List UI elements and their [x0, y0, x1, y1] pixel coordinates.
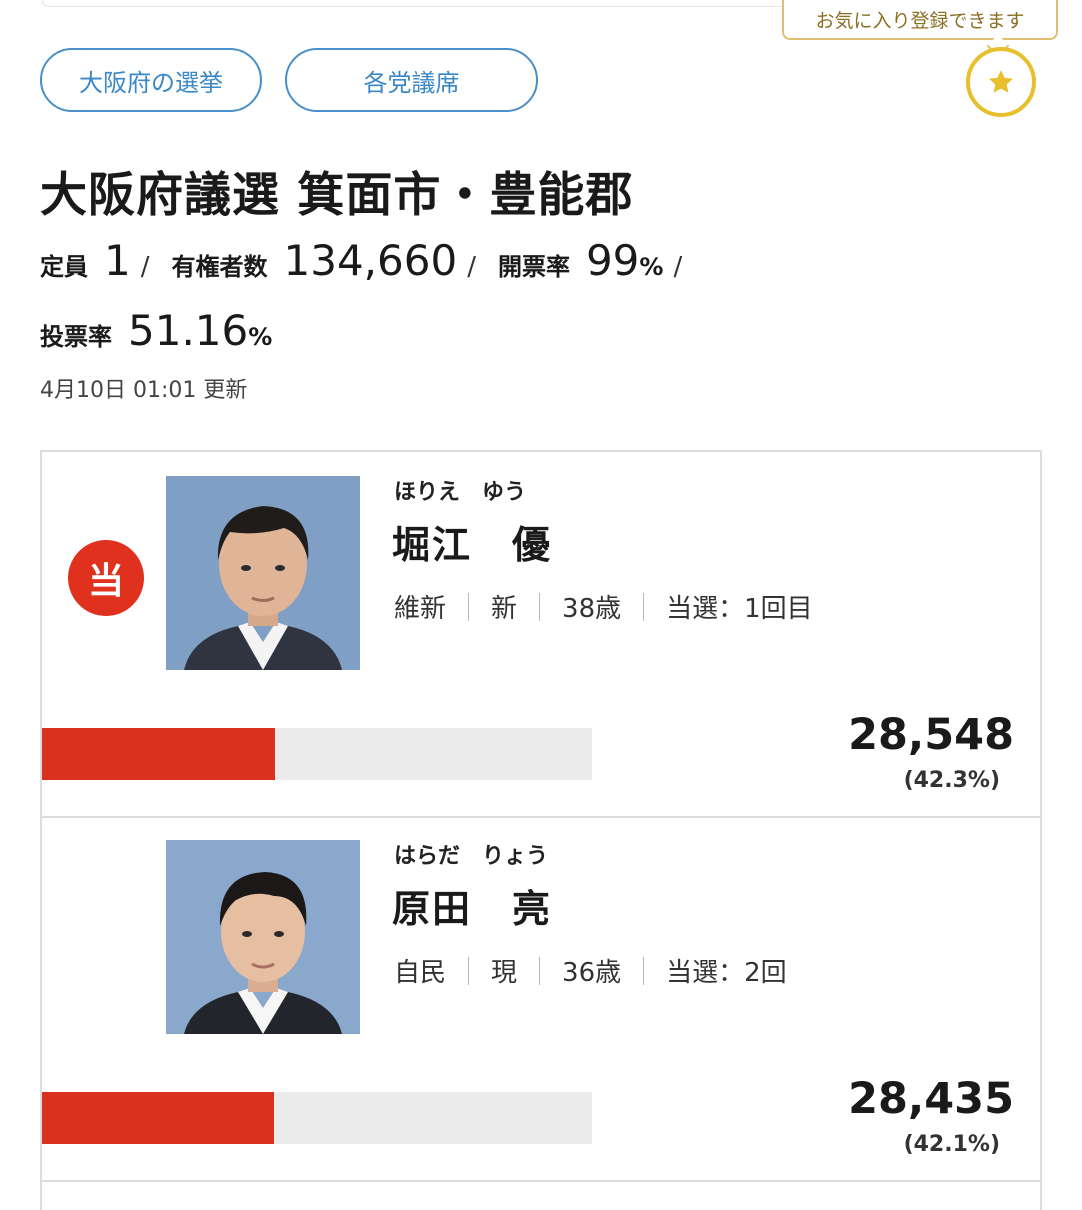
turnout-unit: %	[248, 323, 273, 351]
favorite-tooltip: お気に入り登録できます	[782, 0, 1058, 40]
candidate-party: 自民	[394, 958, 447, 988]
vote-share-bar-fill	[42, 1092, 274, 1144]
vote-count: 28,435	[848, 1074, 1014, 1124]
candidate-status: 現	[491, 958, 518, 988]
seats-label: 定員	[40, 253, 88, 281]
page-title: 大阪府議選 箕面市・豊能郡	[40, 168, 634, 223]
vote-share: (42.3%)	[903, 768, 1000, 793]
osaka-elections-link[interactable]: 大阪府の選挙	[40, 48, 262, 112]
candidate-kana: はらだ りょう	[394, 844, 549, 869]
vote-share-bar	[42, 1092, 592, 1144]
meta-divider	[539, 956, 541, 985]
candidate-card[interactable]: はらだ りょう 原田 亮 自民 現 36歳 当選：2回 28,435 (42.1…	[42, 816, 1040, 1182]
seats-value: 1	[104, 236, 131, 285]
candidate-age: 38歳	[562, 594, 622, 624]
star-icon	[989, 70, 1013, 93]
electorate-label: 有権者数	[171, 253, 268, 281]
meta-divider	[468, 592, 470, 621]
stat-separator: /	[673, 252, 683, 282]
candidate-kana: ほりえ ゆう	[394, 480, 527, 505]
stat-separator: /	[140, 252, 150, 282]
vote-share: (42.1%)	[903, 1132, 1000, 1157]
candidate-name: 堀江 優	[392, 523, 553, 567]
results-list: 当 ほりえ ゆう 堀江 優 維新 新 38歳 当選：1回目 28,548 (42…	[40, 450, 1042, 1210]
meta-divider	[643, 956, 645, 985]
candidate-age: 36歳	[562, 958, 622, 988]
stat-separator: /	[467, 252, 476, 282]
counted-unit: %	[639, 253, 664, 281]
vote-share-bar	[42, 728, 592, 780]
vote-count: 28,548	[848, 710, 1014, 760]
election-stats-row-2: 投票率 51.16 %	[40, 306, 272, 355]
turnout-label: 投票率	[40, 323, 112, 351]
meta-divider	[468, 956, 470, 985]
turnout-value: 51.16	[128, 306, 249, 355]
candidate-photo	[166, 840, 360, 1034]
candidate-meta: 維新 新 38歳 当選：1回目	[394, 588, 813, 625]
meta-divider	[643, 592, 645, 621]
updated-timestamp: 4月10日 01:01 更新	[40, 378, 248, 403]
meta-divider	[539, 592, 541, 621]
candidate-wins: 当選：1回目	[666, 594, 813, 624]
vote-share-bar-fill	[42, 728, 275, 780]
electorate-value: 134,660	[283, 236, 458, 285]
election-stats-row-1: 定員 1 / 有権者数 134,660 / 開票率 99 % /	[40, 236, 704, 285]
elected-badge: 当	[68, 540, 144, 616]
party-seats-link[interactable]: 各党議席	[285, 48, 538, 112]
counted-value: 99	[585, 236, 640, 285]
candidate-status: 新	[491, 594, 518, 624]
counted-label: 開票率	[497, 253, 570, 281]
candidate-name: 原田 亮	[392, 887, 553, 931]
candidate-card[interactable]: 当 ほりえ ゆう 堀江 優 維新 新 38歳 当選：1回目 28,548 (42…	[42, 452, 1040, 818]
candidate-meta: 自民 現 36歳 当選：2回	[394, 952, 787, 989]
favorite-button[interactable]	[966, 47, 1036, 117]
candidate-photo	[166, 476, 360, 670]
candidate-wins: 当選：2回	[666, 958, 787, 988]
candidate-party: 維新	[394, 594, 447, 624]
